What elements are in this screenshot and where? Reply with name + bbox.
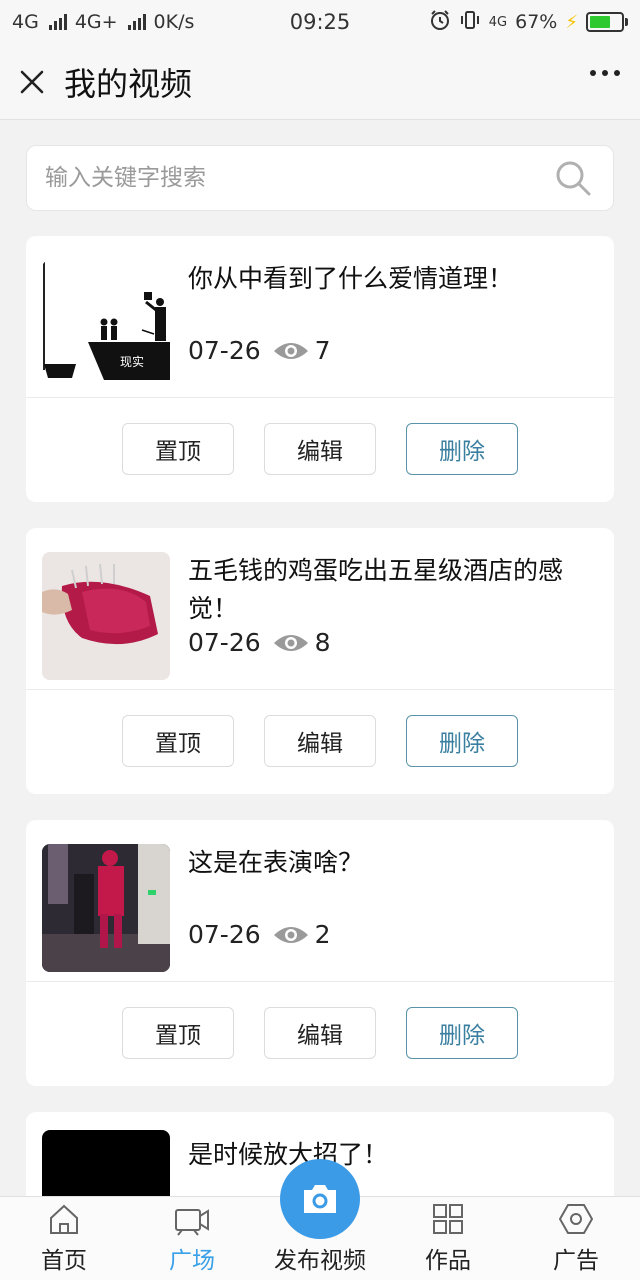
card-actions: 置顶 编辑 删除 bbox=[26, 398, 614, 502]
view-count: 2 bbox=[273, 920, 331, 949]
eye-icon bbox=[273, 342, 308, 359]
vibrate-icon bbox=[459, 9, 481, 36]
home-icon bbox=[47, 1199, 81, 1239]
tab-label: 首页 bbox=[41, 1248, 87, 1274]
view-count-value: 7 bbox=[314, 336, 331, 365]
delete-button[interactable]: 删除 bbox=[406, 423, 518, 475]
more-dot bbox=[602, 70, 608, 76]
card-actions: 置顶 编辑 删除 bbox=[26, 690, 614, 794]
video-meta: 07-26 2 bbox=[188, 920, 331, 949]
app-header: 我的视频 bbox=[0, 44, 640, 120]
pin-button[interactable]: 置顶 bbox=[122, 1007, 234, 1059]
delete-button[interactable]: 删除 bbox=[406, 715, 518, 767]
pin-button[interactable]: 置顶 bbox=[122, 715, 234, 767]
more-dot bbox=[614, 70, 620, 76]
status-left: 4G 4G+ 0K/s bbox=[12, 11, 194, 33]
search-icon[interactable] bbox=[551, 156, 595, 200]
video-title[interactable]: 五毛钱的鸡蛋吃出五星级酒店的感觉！ bbox=[188, 552, 598, 628]
eye-icon bbox=[273, 634, 308, 651]
video-card: 现实 你从中看到了什么爱情道理！ 07-26 7 置顶 编辑 删除 bbox=[26, 236, 614, 502]
video-info[interactable]: 五毛钱的鸡蛋吃出五星级酒店的感觉！ 07-26 8 bbox=[26, 528, 614, 690]
more-button[interactable] bbox=[590, 70, 620, 76]
video-thumbnail[interactable]: 现实 bbox=[42, 260, 170, 388]
battery-percent: 67% bbox=[515, 11, 558, 33]
status-bar: 4G 4G+ 0K/s 09:25 4G 67% ⚡ bbox=[0, 0, 640, 44]
tab-label: 广场 bbox=[169, 1248, 215, 1274]
tab-ads[interactable]: 广告 bbox=[512, 1197, 640, 1280]
video-date: 07-26 bbox=[188, 628, 261, 657]
publish-video-button[interactable] bbox=[280, 1159, 360, 1239]
close-icon bbox=[20, 70, 44, 93]
close-button[interactable] bbox=[0, 44, 64, 120]
video-card: 这是在表演啥？ 07-26 2 置顶 编辑 删除 bbox=[26, 820, 614, 1086]
tab-label: 发布视频 bbox=[274, 1248, 366, 1274]
view-count: 7 bbox=[273, 336, 331, 365]
edit-button[interactable]: 编辑 bbox=[264, 715, 376, 767]
video-date: 07-26 bbox=[188, 920, 261, 949]
video-date: 07-26 bbox=[188, 336, 261, 365]
pin-button[interactable]: 置顶 bbox=[122, 423, 234, 475]
hexagon-icon bbox=[559, 1199, 593, 1239]
video-info[interactable]: 这是在表演啥？ 07-26 2 bbox=[26, 820, 614, 982]
tab-label: 作品 bbox=[425, 1248, 471, 1274]
video-card: 五毛钱的鸡蛋吃出五星级酒店的感觉！ 07-26 8 置顶 编辑 删除 bbox=[26, 528, 614, 794]
video-info[interactable]: 现实 你从中看到了什么爱情道理！ 07-26 7 bbox=[26, 236, 614, 398]
eye-icon bbox=[273, 926, 308, 943]
alarm-icon bbox=[429, 9, 451, 36]
edit-button[interactable]: 编辑 bbox=[264, 1007, 376, 1059]
more-dot bbox=[590, 70, 596, 76]
video-meta: 07-26 7 bbox=[188, 336, 331, 365]
thumbnail-caption: 现实 bbox=[120, 354, 144, 369]
tab-label: 广告 bbox=[553, 1248, 599, 1274]
network-label-3: 4G bbox=[488, 14, 508, 30]
tab-square[interactable]: 广场 bbox=[128, 1197, 256, 1280]
view-count-value: 8 bbox=[314, 628, 331, 657]
video-title[interactable]: 是时候放大招了！ bbox=[188, 1136, 598, 1174]
video-camera-icon bbox=[174, 1199, 210, 1239]
tab-home[interactable]: 首页 bbox=[0, 1197, 128, 1280]
card-actions: 置顶 编辑 删除 bbox=[26, 982, 614, 1086]
edit-button[interactable]: 编辑 bbox=[264, 423, 376, 475]
video-thumbnail[interactable] bbox=[42, 844, 170, 972]
tab-works[interactable]: 作品 bbox=[384, 1197, 512, 1280]
search-bar bbox=[26, 145, 614, 211]
network-label-2: 4G+ bbox=[74, 11, 118, 33]
page-title: 我的视频 bbox=[64, 64, 193, 103]
delete-button[interactable]: 删除 bbox=[406, 1007, 518, 1059]
search-input[interactable] bbox=[45, 165, 551, 191]
camera-icon bbox=[304, 1185, 336, 1213]
view-count-value: 2 bbox=[314, 920, 331, 949]
network-speed: 0K/s bbox=[153, 11, 195, 33]
video-thumbnail[interactable] bbox=[42, 552, 170, 680]
signal-icon bbox=[48, 14, 67, 30]
grid-icon bbox=[432, 1199, 464, 1239]
video-title[interactable]: 这是在表演啥？ bbox=[188, 844, 598, 882]
signal-icon bbox=[127, 14, 146, 30]
bottom-tab-bar: 首页 广场 发布视频 作品 广告 bbox=[0, 1159, 640, 1280]
network-label-1: 4G bbox=[12, 11, 39, 33]
battery-icon bbox=[586, 12, 628, 32]
video-meta: 07-26 8 bbox=[188, 628, 331, 657]
status-right: 4G 67% ⚡ bbox=[429, 9, 628, 36]
charging-icon: ⚡ bbox=[565, 11, 578, 33]
view-count: 8 bbox=[273, 628, 331, 657]
video-title[interactable]: 你从中看到了什么爱情道理！ bbox=[188, 260, 598, 298]
